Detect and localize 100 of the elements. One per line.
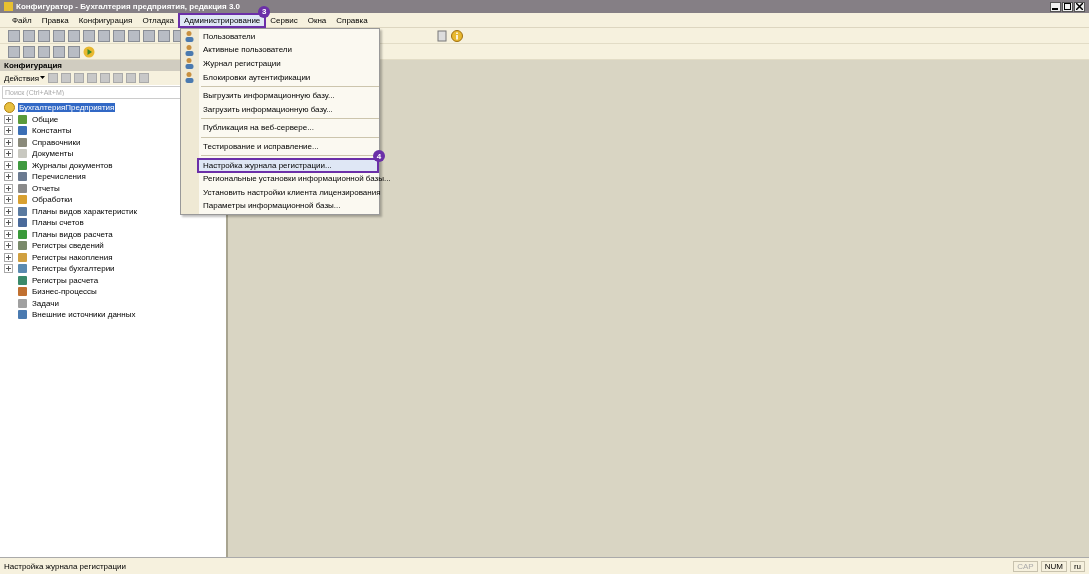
tree-item[interactable]: Общие <box>31 114 60 124</box>
tree-item[interactable]: Перечисления <box>31 172 87 182</box>
tree-node-icon <box>17 274 28 286</box>
tree-item[interactable]: Регистры бухгалтерии <box>31 264 116 274</box>
toolbar-icon[interactable] <box>139 73 150 83</box>
menu-item[interactable]: Справка <box>332 14 372 26</box>
tree-item[interactable]: Регистры накопления <box>31 252 114 262</box>
toolbar-icon[interactable] <box>143 29 155 42</box>
tree-node-icon <box>17 286 28 298</box>
tree-node-icon <box>17 159 28 171</box>
users-icon <box>184 71 196 84</box>
toolbar-icon[interactable] <box>61 73 72 83</box>
close-button[interactable] <box>1074 1 1085 12</box>
toolbar-icon[interactable] <box>68 45 80 58</box>
actions-menu-button[interactable]: Действия <box>4 73 46 83</box>
dropdown-item[interactable]: Журнал регистрации <box>199 58 377 69</box>
dropdown-item[interactable]: Региональные установки информационной базы... <box>199 173 395 185</box>
tree-item[interactable]: Обработки <box>31 195 74 205</box>
menu-item[interactable]: Файл <box>8 14 36 26</box>
tree-item[interactable]: Справочники <box>31 137 82 147</box>
dropdown-item[interactable]: Настройка журнала регистрации... <box>199 159 377 171</box>
dropdown-item[interactable]: Публикация на веб-сервере... <box>199 122 377 134</box>
toolbar-icon[interactable] <box>23 45 35 58</box>
document-icon[interactable] <box>436 29 448 42</box>
tree-item[interactable]: Документы <box>31 149 75 159</box>
status-indicator: CAP <box>1013 560 1038 572</box>
users-icon <box>184 43 196 56</box>
expand-icon[interactable] <box>4 229 13 239</box>
expand-icon[interactable] <box>4 183 13 193</box>
maximize-button[interactable] <box>1062 1 1073 12</box>
expand-icon[interactable] <box>4 172 13 182</box>
toolbar-icon[interactable] <box>38 45 50 58</box>
dropdown-item[interactable]: Параметры информационной базы... <box>199 200 377 212</box>
play-icon[interactable] <box>83 45 95 58</box>
menu-item[interactable]: Окна <box>303 14 331 26</box>
tree-item[interactable]: Планы видов характеристик <box>31 206 138 216</box>
expand-icon[interactable] <box>4 252 13 262</box>
toolbar-icon[interactable] <box>126 73 137 83</box>
tree-node-icon <box>17 205 28 217</box>
menu-item[interactable]: Конфигурация <box>74 14 137 26</box>
toolbar-icon[interactable] <box>158 29 170 42</box>
tree-node-icon <box>17 263 28 275</box>
dropdown-item[interactable]: Блокировки аутентификации <box>199 71 377 83</box>
close-icon <box>1076 3 1083 10</box>
dropdown-item[interactable]: Активные пользователи <box>199 44 377 56</box>
tree-item[interactable]: Журналы документов <box>31 160 114 170</box>
tree-node-icon <box>17 240 28 252</box>
toolbar-icon[interactable] <box>38 29 50 42</box>
toolbar-icon[interactable] <box>8 29 20 42</box>
expand-icon[interactable] <box>4 241 13 251</box>
tree-node-icon <box>17 136 28 148</box>
toolbar-icon[interactable] <box>8 45 20 58</box>
dropdown-item[interactable]: Загрузить информационную базу... <box>199 103 377 115</box>
tree-item[interactable]: Регистры расчета <box>31 275 100 285</box>
tree-item[interactable]: Планы видов расчета <box>31 229 114 239</box>
status-indicator: NUM <box>1040 560 1067 572</box>
dropdown-item[interactable]: Пользователи <box>199 30 377 42</box>
tree-item[interactable]: Планы счетов <box>31 218 85 228</box>
toolbar-icon[interactable] <box>113 73 124 83</box>
expand-icon[interactable] <box>4 206 13 216</box>
dropdown-item[interactable]: Тестирование и исправление... <box>199 140 377 152</box>
menu-item[interactable]: Правка <box>37 14 73 26</box>
info-icon[interactable] <box>451 29 463 42</box>
tree-node-icon <box>17 251 28 263</box>
tree-item[interactable]: Отчеты <box>31 183 61 193</box>
toolbar-icon[interactable] <box>53 45 65 58</box>
expand-icon[interactable] <box>4 149 13 159</box>
toolbar-icon[interactable] <box>98 29 110 42</box>
expand-icon[interactable] <box>4 137 13 147</box>
expand-icon[interactable] <box>4 218 13 228</box>
toolbar-icon[interactable] <box>113 29 125 42</box>
tree-item[interactable]: Внешние источники данных <box>31 310 137 320</box>
tree-node-icon <box>17 125 28 137</box>
tree-item[interactable]: Задачи <box>31 298 60 308</box>
expand-icon[interactable] <box>4 160 13 170</box>
dropdown-item[interactable]: Установить настройки клиента лицензирования <box>199 186 385 198</box>
minimize-button[interactable] <box>1050 1 1061 12</box>
tree-item[interactable]: Бизнес-процессы <box>31 287 98 297</box>
tree-item[interactable]: Константы <box>31 126 73 136</box>
toolbar-icon[interactable] <box>128 29 140 42</box>
toolbar-icon[interactable] <box>48 73 59 83</box>
step-badge: 4 <box>373 150 385 163</box>
expand-icon[interactable] <box>4 114 13 124</box>
expand-icon[interactable] <box>4 264 13 274</box>
toolbar-icon[interactable] <box>23 29 35 42</box>
users-icon <box>184 57 196 70</box>
menu-item[interactable]: Администрирование <box>180 14 265 26</box>
tree-item[interactable]: БухгалтерияПредприятия <box>18 103 116 113</box>
menu-item[interactable]: Отладка <box>138 14 178 26</box>
toolbar-icon[interactable] <box>83 29 95 42</box>
toolbar-icon[interactable] <box>74 73 85 83</box>
expand-icon[interactable] <box>4 126 13 136</box>
tree-node-icon <box>17 148 28 160</box>
tree-node-icon <box>17 309 28 321</box>
tree-item[interactable]: Регистры сведений <box>31 241 105 251</box>
toolbar-icon[interactable] <box>53 29 65 42</box>
toolbar-icon[interactable] <box>68 29 80 42</box>
toolbar-icon[interactable] <box>87 73 98 83</box>
toolbar-icon[interactable] <box>100 73 111 83</box>
expand-icon[interactable] <box>4 195 13 205</box>
